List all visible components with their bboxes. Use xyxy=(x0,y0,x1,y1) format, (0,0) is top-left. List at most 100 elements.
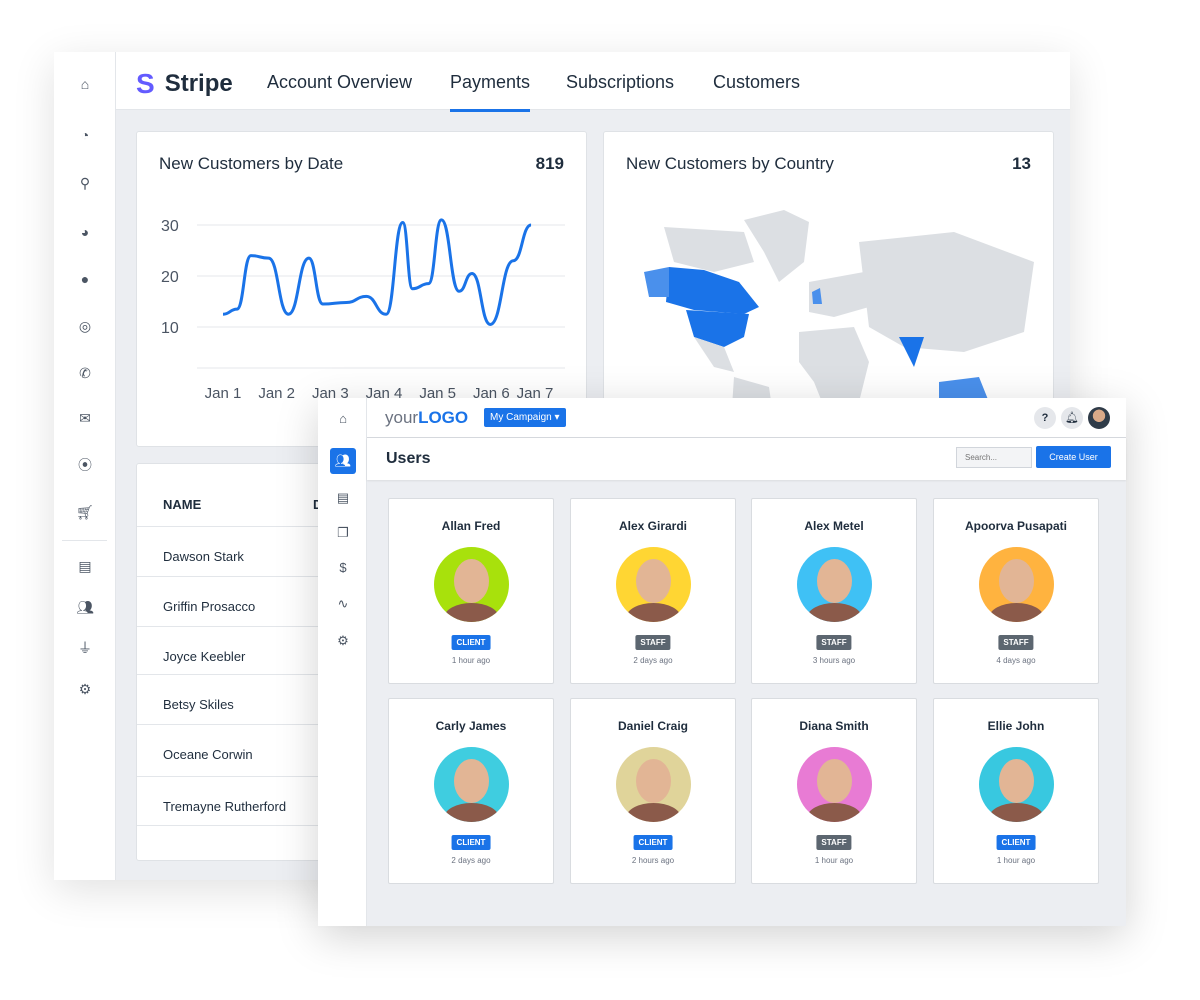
user-card[interactable]: Alex Metel STAFF 3 hours ago xyxy=(751,498,917,684)
user-photo xyxy=(616,547,691,622)
user-name: Carly James xyxy=(435,719,507,733)
tab-subscriptions[interactable]: Subscriptions xyxy=(566,72,674,109)
search-input[interactable] xyxy=(956,447,1032,468)
table-row[interactable]: Tremayne Rutherford xyxy=(137,776,337,826)
agency-sidebar: ⌂ 👥︎ ▤ ❐ $ ∿ ⚙ xyxy=(318,398,367,926)
table-row[interactable]: Betsy Skiles xyxy=(137,674,337,724)
home-icon[interactable]: ⌂ xyxy=(330,406,356,432)
map-india xyxy=(899,337,924,367)
logo-bold: LOGO xyxy=(418,408,469,427)
user-photo xyxy=(434,747,509,822)
page-title: Users xyxy=(386,450,431,467)
table-row[interactable]: Dawson Stark xyxy=(137,526,337,576)
last-active: 1 hour ago xyxy=(996,856,1036,865)
user-card[interactable]: Apoorva Pusapati STAFF 4 days ago xyxy=(933,498,1099,684)
y-tick-label: 10 xyxy=(161,320,179,337)
users-icon[interactable]: 👥︎ xyxy=(330,448,356,474)
user-card[interactable]: Allan Fred CLIENT 1 hour ago xyxy=(388,498,554,684)
user-photo xyxy=(979,547,1054,622)
pie-chart-icon[interactable]: ◕ xyxy=(75,222,95,242)
last-active: 2 days ago xyxy=(451,856,491,865)
role-badge: CLIENT xyxy=(633,835,673,850)
table-row[interactable]: Griffin Prosacco xyxy=(137,576,337,626)
stripe-sidebar: ⌂ ◔ ⚲ ◕ ● ◎ ✆ ✉ ⦿ 🛒︎ ▤ 👥︎ ⏚ ⚙ xyxy=(54,52,116,880)
gear-icon[interactable]: ⚙ xyxy=(75,679,95,699)
cart-icon[interactable]: 🛒︎ xyxy=(75,502,95,522)
column-header-name[interactable]: NAME xyxy=(163,497,201,512)
user-photo xyxy=(797,547,872,622)
create-user-button[interactable]: Create User xyxy=(1036,446,1111,468)
location-icon[interactable]: ⦿ xyxy=(75,455,95,475)
copy-icon[interactable]: ❐ xyxy=(330,520,356,546)
stripe-logo: S Stripe xyxy=(136,68,233,100)
chat-icon[interactable]: ● xyxy=(75,269,95,289)
logo-light: your xyxy=(385,408,419,427)
role-badge: STAFF xyxy=(998,635,1034,650)
stripe-logo-mark: S xyxy=(136,68,155,99)
campaign-label: My Campaign xyxy=(490,412,552,423)
user-card[interactable]: Carly James CLIENT 2 days ago xyxy=(388,698,554,884)
user-card[interactable]: Daniel Craig CLIENT 2 hours ago xyxy=(570,698,736,884)
bell-icon[interactable]: 🔔︎ xyxy=(1061,407,1083,429)
map-alaska xyxy=(644,267,669,297)
user-card[interactable]: Ellie John CLIENT 1 hour ago xyxy=(933,698,1099,884)
role-badge: STAFF xyxy=(816,635,852,650)
users-icon[interactable]: 👥︎ xyxy=(75,597,95,617)
agency-users-window: ⌂ 👥︎ ▤ ❐ $ ∿ ⚙ yourLOGO My Campaign ▾ ? … xyxy=(318,398,1126,926)
role-badge: CLIENT xyxy=(996,835,1036,850)
last-active: 3 hours ago xyxy=(812,656,856,665)
sidebar-divider xyxy=(62,540,107,541)
user-photo xyxy=(616,747,691,822)
role-badge: CLIENT xyxy=(451,635,491,650)
user-name: Ellie John xyxy=(987,719,1045,733)
user-photo xyxy=(797,747,872,822)
tab-payments[interactable]: Payments xyxy=(450,72,531,112)
report-icon[interactable]: ▤ xyxy=(330,485,356,511)
mail-icon[interactable]: ✉ xyxy=(75,408,95,428)
x-tick-label: Jan 1 xyxy=(205,385,242,402)
user-name: Apoorva Pusapati xyxy=(964,519,1068,533)
user-name: Daniel Craig xyxy=(617,719,689,733)
y-tick-label: 30 xyxy=(161,218,179,235)
user-card[interactable]: Diana Smith STAFF 1 hour ago xyxy=(751,698,917,884)
target-icon[interactable]: ◎ xyxy=(75,316,95,336)
chevron-down-icon: ▾ xyxy=(554,412,560,423)
phone-icon[interactable]: ✆ xyxy=(75,363,95,383)
role-badge: STAFF xyxy=(816,835,852,850)
user-name: Allan Fred xyxy=(441,519,501,533)
map-greenland xyxy=(744,210,809,282)
search-icon[interactable]: ⚲ xyxy=(75,173,95,193)
table-row[interactable]: Joyce Keebler xyxy=(137,626,337,676)
map-north-america-misc xyxy=(664,227,754,272)
help-button[interactable]: ? xyxy=(1034,407,1056,429)
y-tick-label: 20 xyxy=(161,269,179,286)
campaign-dropdown[interactable]: My Campaign ▾ xyxy=(484,408,566,427)
stripe-topbar: S Stripe Account Overview Payments Subscr… xyxy=(116,52,1070,112)
file-icon[interactable]: ▤ xyxy=(75,556,95,576)
map-usa xyxy=(686,310,749,347)
user-name: Alex Metel xyxy=(804,519,864,533)
dollar-icon[interactable]: $ xyxy=(330,555,356,581)
role-badge: CLIENT xyxy=(451,835,491,850)
tab-account-overview[interactable]: Account Overview xyxy=(267,72,412,109)
x-tick-label: Jan 2 xyxy=(258,385,295,402)
last-active: 1 hour ago xyxy=(814,856,854,865)
plug-icon[interactable]: ⏚ xyxy=(75,638,95,658)
user-card[interactable]: Alex Girardi STAFF 2 days ago xyxy=(570,498,736,684)
last-active: 4 days ago xyxy=(996,656,1036,665)
user-name: Alex Girardi xyxy=(618,519,688,533)
last-active: 2 days ago xyxy=(633,656,673,665)
tab-customers[interactable]: Customers xyxy=(713,72,800,109)
table-row[interactable]: Oceane Corwin xyxy=(137,724,337,774)
agency-logo: yourLOGO xyxy=(385,408,468,428)
map-canada xyxy=(666,267,759,314)
activity-icon[interactable]: ∿ xyxy=(330,591,356,617)
home-icon[interactable]: ⌂ xyxy=(75,74,95,94)
user-name: Diana Smith xyxy=(799,719,869,733)
user-avatar[interactable] xyxy=(1088,407,1110,429)
users-header: Users Create User xyxy=(367,438,1126,480)
dashboard-icon[interactable]: ◔ xyxy=(75,125,95,145)
series-line xyxy=(222,218,532,326)
gear-icon[interactable]: ⚙ xyxy=(330,628,356,654)
map-asia xyxy=(859,232,1034,352)
